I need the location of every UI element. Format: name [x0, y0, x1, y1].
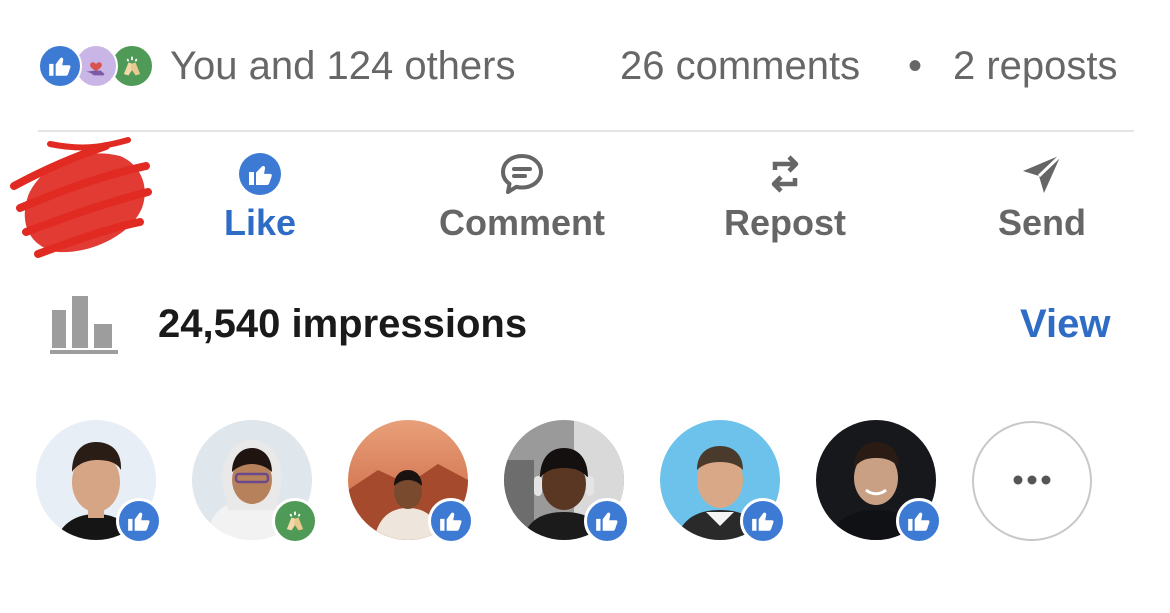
- redacted-avatar-scribble: [10, 137, 152, 258]
- like-label: Like: [223, 202, 297, 243]
- impressions-count: 24,540 impressions: [158, 302, 528, 346]
- like-reaction-badge: [116, 498, 162, 544]
- reactor-avatar[interactable]: [816, 420, 942, 544]
- like-reaction-badge: [896, 498, 942, 544]
- repost-button[interactable]: Repost: [706, 150, 864, 250]
- comment-icon: [498, 150, 546, 198]
- reaction-icons[interactable]: [38, 44, 156, 88]
- reactor-avatar[interactable]: [348, 420, 474, 544]
- celebrate-reaction-badge: [272, 498, 318, 544]
- repost-icon: [761, 150, 809, 198]
- send-icon: [1018, 150, 1066, 198]
- reposts-count[interactable]: 2 reposts: [953, 44, 1118, 89]
- reactor-avatar[interactable]: [192, 420, 318, 544]
- bar-chart-icon: [50, 296, 118, 354]
- divider: [38, 130, 1134, 132]
- view-impressions-link[interactable]: View: [1020, 302, 1110, 347]
- like-icon: [38, 44, 82, 88]
- comment-button[interactable]: Comment: [418, 150, 626, 250]
- repost-label: Repost: [723, 202, 846, 243]
- like-reaction-badge: [740, 498, 786, 544]
- comments-count[interactable]: 26 comments: [620, 44, 860, 89]
- reactor-avatar[interactable]: [660, 420, 786, 544]
- social-counts-row: You and 124 others 26 comments • 2 repos…: [38, 38, 1134, 96]
- separator-dot: •: [908, 44, 923, 88]
- reactor-avatar[interactable]: [36, 420, 162, 544]
- like-button[interactable]: Like: [200, 150, 320, 250]
- more-reactors-button[interactable]: [972, 421, 1092, 541]
- reactor-avatar[interactable]: [504, 420, 630, 544]
- reactions-summary[interactable]: You and 124 others: [170, 44, 516, 89]
- send-button[interactable]: Send: [978, 150, 1106, 250]
- thumbs-up-icon: [236, 150, 284, 198]
- like-reaction-badge: [584, 498, 630, 544]
- send-label: Send: [997, 202, 1086, 243]
- comment-label: Comment: [438, 202, 605, 243]
- more-icon: [1012, 472, 1052, 490]
- like-reaction-badge: [428, 498, 474, 544]
